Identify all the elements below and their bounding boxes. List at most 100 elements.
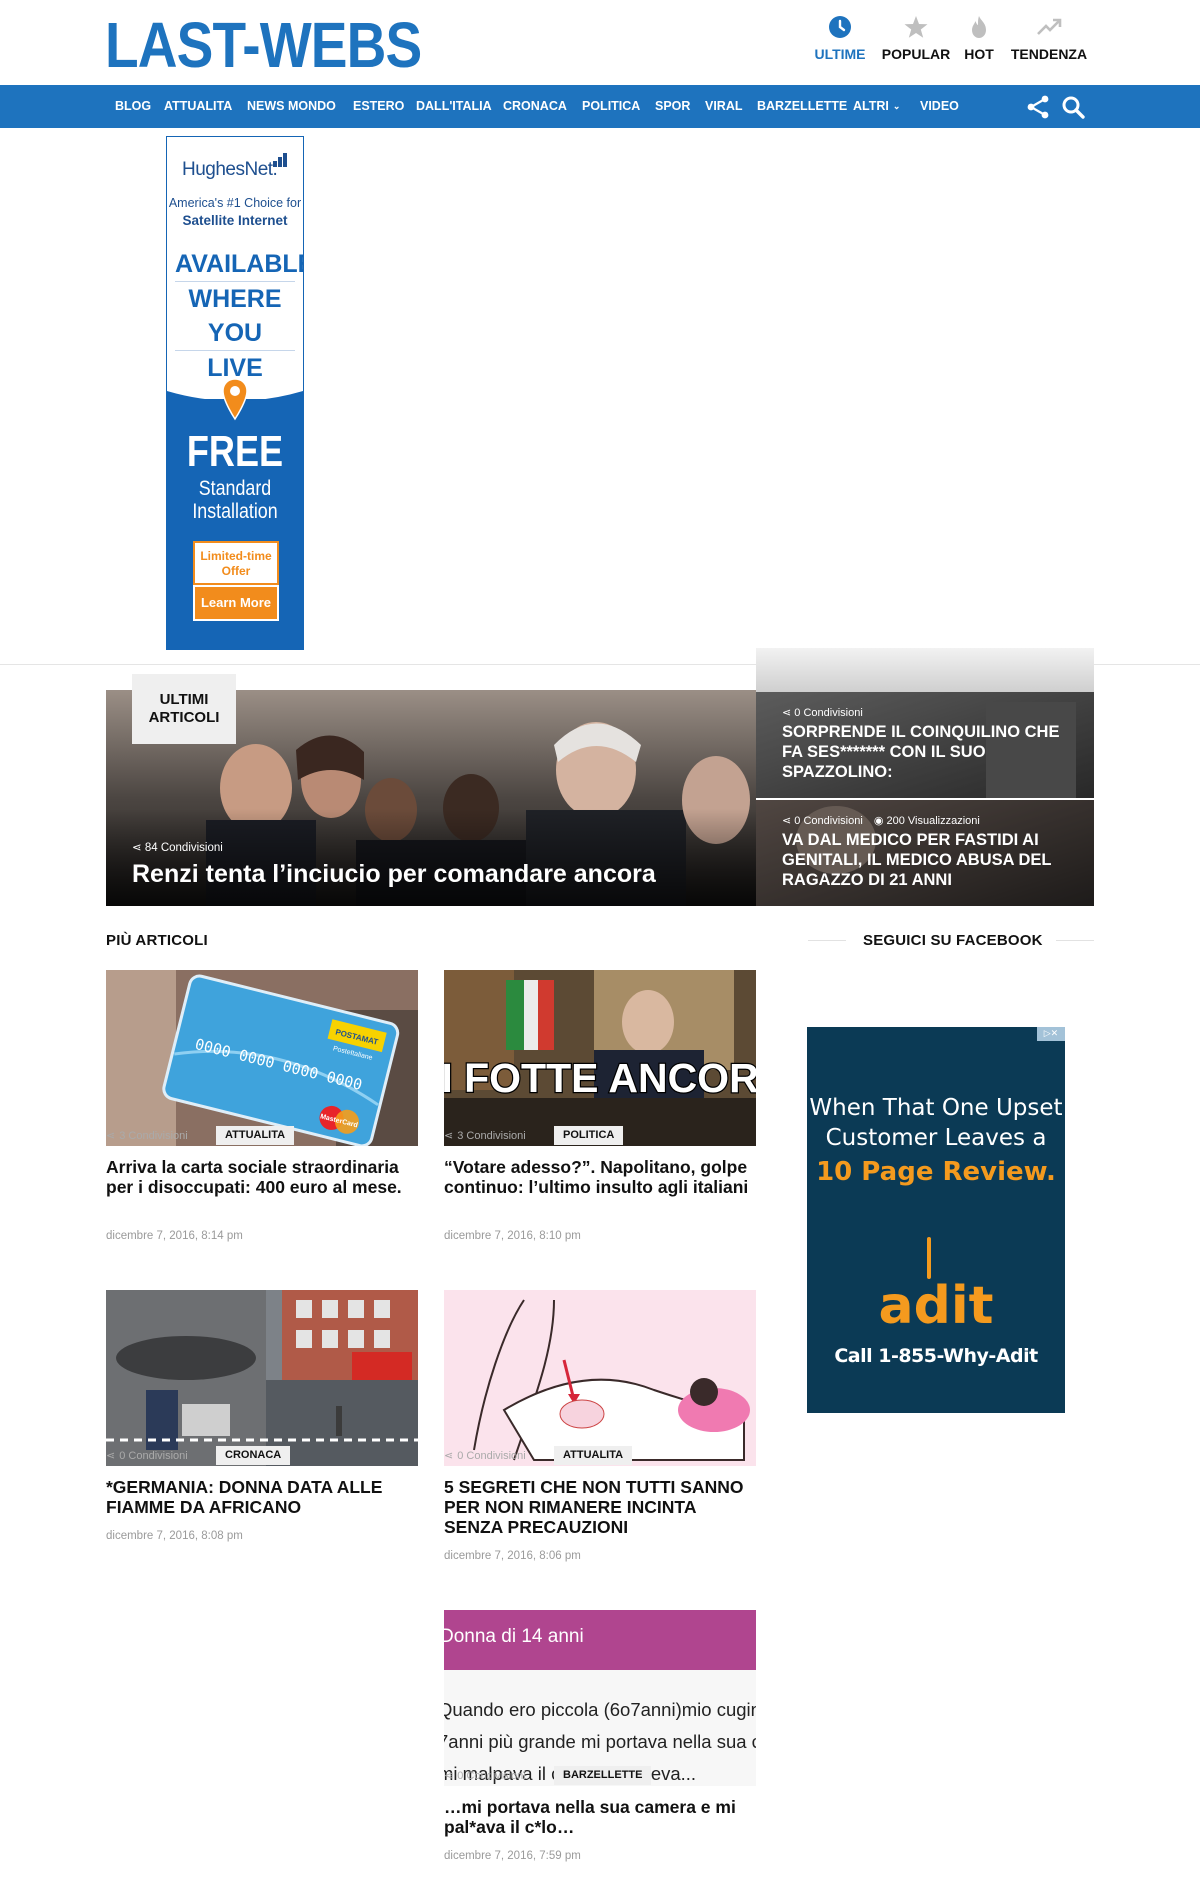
- category-badge[interactable]: BARZELLETTE: [554, 1766, 652, 1785]
- nav-item-dallitalia[interactable]: DALL'ITALIA: [416, 85, 492, 128]
- nav-item-blog[interactable]: BLOG: [115, 85, 151, 128]
- trending-icon: [1037, 18, 1062, 35]
- ad-offer-line: Offer: [221, 564, 251, 578]
- side-story-shares: 0 Condivisioni: [794, 707, 863, 719]
- category-badge[interactable]: POLITICA: [554, 1126, 624, 1145]
- ad-free: FREE: [186, 427, 284, 476]
- ad-offer-line: Limited-time: [200, 549, 272, 563]
- article-shares: 0 Condivisioni: [457, 1770, 526, 1782]
- article-image[interactable]: POSTAMAT PosteItaliane 0000 0000 0000 00…: [106, 970, 418, 1146]
- article-image[interactable]: [444, 1290, 756, 1466]
- topnav-label: HOT: [964, 46, 994, 62]
- article-shares: 3 Condivisioni: [119, 1130, 188, 1142]
- article-meta: ⋖ 0 Condivisioni CRONACA: [106, 1446, 418, 1467]
- article-image[interactable]: CI FOTTE ANCORA: [444, 970, 756, 1146]
- ad-standard-line: Standard: [198, 477, 272, 500]
- article-title[interactable]: 5 SEGRETI CHE NON TUTTI SANNO PER NON RI…: [444, 1477, 756, 1537]
- topnav-label: TENDENZA: [1010, 46, 1088, 62]
- ad-brand: HughesNet.: [182, 159, 278, 180]
- article-title[interactable]: Arriva la carta sociale straordinaria pe…: [106, 1157, 418, 1197]
- topnav-label: ULTIME: [814, 46, 866, 62]
- side-story-meta: ⋖ 0 Condivisioni: [782, 706, 863, 719]
- chevron-down-icon: ⌄: [892, 101, 901, 111]
- article-date: dicembre 7, 2016, 8:06 pm: [444, 1550, 581, 1562]
- nav-item-estero[interactable]: ESTERO: [353, 85, 404, 128]
- share-icon: ⋖: [106, 1130, 116, 1142]
- share-icon[interactable]: [1025, 94, 1051, 120]
- ad-offer: Limited-time Offer: [193, 541, 279, 585]
- adit-headline-line: Customer Leaves a: [825, 1125, 1047, 1151]
- nav-item-altri-label: ALTRI: [853, 99, 889, 113]
- side-story-title[interactable]: SORPRENDE IL COINQUILINO CHE FA SES*****…: [782, 722, 1082, 782]
- side-story-title[interactable]: VA DAL MEDICO PER FASTIDI AI GENITALI, I…: [782, 830, 1082, 890]
- share-icon: ⋖: [782, 707, 795, 719]
- topnav-hot[interactable]: HOT: [958, 14, 1000, 64]
- adit-headline-line: When That One Upset: [809, 1095, 1063, 1121]
- nav-item-attualita[interactable]: ATTUALITA: [164, 85, 232, 128]
- ad-choices-icon[interactable]: ▷✕: [1037, 1027, 1065, 1041]
- latest-articles-badge: ULTIMI ARTICOLI: [132, 674, 236, 744]
- badge-line: ARTICOLI: [148, 709, 220, 726]
- article-meta: ⋖ 3 Condivisioni ATTUALITA: [106, 1126, 418, 1147]
- share-icon: ⋖: [782, 815, 795, 827]
- hughesnet-ad[interactable]: HughesNet. America's #1 Choice for Satel…: [166, 136, 304, 650]
- site-logo-text: LAST-WEBS: [105, 9, 422, 81]
- adit-ad[interactable]: ▷✕ When That One Upset Customer Leaves a…: [807, 1027, 1065, 1413]
- article-thumbnail: POSTAMAT PosteItaliane 0000 0000 0000 00…: [106, 970, 418, 1146]
- topnav-ultime[interactable]: ULTIME: [810, 14, 870, 64]
- nav-item-cronaca[interactable]: CRONACA: [503, 85, 567, 128]
- topnav-popular[interactable]: POPULAR: [880, 14, 952, 64]
- article-date: dicembre 7, 2016, 8:14 pm: [106, 1230, 243, 1242]
- article-date: dicembre 7, 2016, 8:08 pm: [106, 1530, 243, 1542]
- thumbnail-header-bar: Donna di 14 anni: [444, 1610, 756, 1670]
- adit-logo-text: adit: [879, 1276, 993, 1327]
- nav-item-altri[interactable]: ALTRI ⌄: [853, 85, 900, 128]
- featured-main-title[interactable]: Renzi tenta l’inciucio per comandare anc…: [132, 860, 656, 889]
- nav-item-video[interactable]: VIDEO: [920, 85, 959, 128]
- topnav-tendenza[interactable]: TENDENZA: [1008, 14, 1090, 64]
- featured-main-meta: ⋖ 84 Condivisioni: [132, 840, 223, 854]
- featured-side-story[interactable]: ⋖ 0 Condivisioni SORPRENDE IL COINQUILIN…: [756, 692, 1094, 798]
- share-icon: ⋖: [444, 1130, 454, 1142]
- learn-more-button[interactable]: Learn More: [193, 585, 279, 621]
- nav-item-news-mondo[interactable]: NEWS MONDO: [247, 85, 336, 128]
- category-badge[interactable]: ATTUALITA: [216, 1126, 295, 1145]
- ad-standard: Standard Installation: [177, 477, 293, 523]
- article-meta: ⋖ 0 Condivisioni ATTUALITA: [444, 1446, 756, 1467]
- site-logo[interactable]: LAST-WEBS: [105, 10, 473, 80]
- ad-tagline-2: Satellite Internet: [182, 213, 288, 228]
- category-badge[interactable]: CRONACA: [216, 1446, 291, 1465]
- main-navigation: BLOG ATTUALITA NEWS MONDO ESTERO DALL'IT…: [0, 85, 1200, 128]
- adit-phone[interactable]: Call 1-855-Why-Adit: [807, 1345, 1065, 1367]
- thumbnail-caption: CI FOTTE ANCORA: [444, 1055, 756, 1101]
- article-shares: 0 Condivisioni: [457, 1450, 526, 1462]
- article-thumbnail: [106, 1290, 418, 1466]
- facebook-heading: SEGUICI SU FACEBOOK: [863, 932, 1043, 949]
- article-image[interactable]: [106, 1290, 418, 1466]
- category-badge[interactable]: ATTUALITA: [554, 1446, 633, 1465]
- article-image[interactable]: Donna di 14 anni Quando ero piccola (6o7…: [444, 1610, 756, 1786]
- topnav-label: POPULAR: [881, 46, 951, 62]
- side-story-views: 200 Visualizzazioni: [886, 815, 980, 827]
- eye-icon: ◉: [873, 815, 887, 827]
- search-icon[interactable]: [1060, 94, 1086, 120]
- star-icon: [904, 16, 928, 38]
- article-thumbnail: [444, 1290, 756, 1466]
- thumbnail-header-text: Donna di 14 anni: [444, 1626, 584, 1647]
- featured-main-shares: 84 Condivisioni: [144, 842, 223, 854]
- nav-item-barzellette[interactable]: BARZELLETTE: [757, 85, 847, 128]
- article-title[interactable]: *GERMANIA: DONNA DATA ALLE FIAMME DA AFR…: [106, 1477, 418, 1517]
- location-pin-icon: [222, 378, 248, 421]
- article-title[interactable]: “Votare adesso?”. Napolitano, golpe cont…: [444, 1157, 756, 1197]
- signal-icon: [273, 153, 287, 167]
- badge-line: ULTIMI: [159, 691, 209, 708]
- ad-tagline-1: America's #1 Choice for: [168, 196, 302, 210]
- heading-line: [1056, 940, 1094, 941]
- article-title[interactable]: …mi portava nella sua camera e mi pal*av…: [444, 1797, 756, 1837]
- nav-item-politica[interactable]: POLITICA: [582, 85, 640, 128]
- nav-item-sport[interactable]: SPOR: [655, 85, 690, 128]
- adit-logo: adit: [879, 1237, 993, 1327]
- nav-item-viral[interactable]: VIRAL: [705, 85, 743, 128]
- ad-tagline: America's #1 Choice for Satellite Intern…: [167, 195, 303, 229]
- featured-side-story[interactable]: ⋖ 0 Condivisioni ◉ 200 Visualizzazioni V…: [756, 800, 1094, 906]
